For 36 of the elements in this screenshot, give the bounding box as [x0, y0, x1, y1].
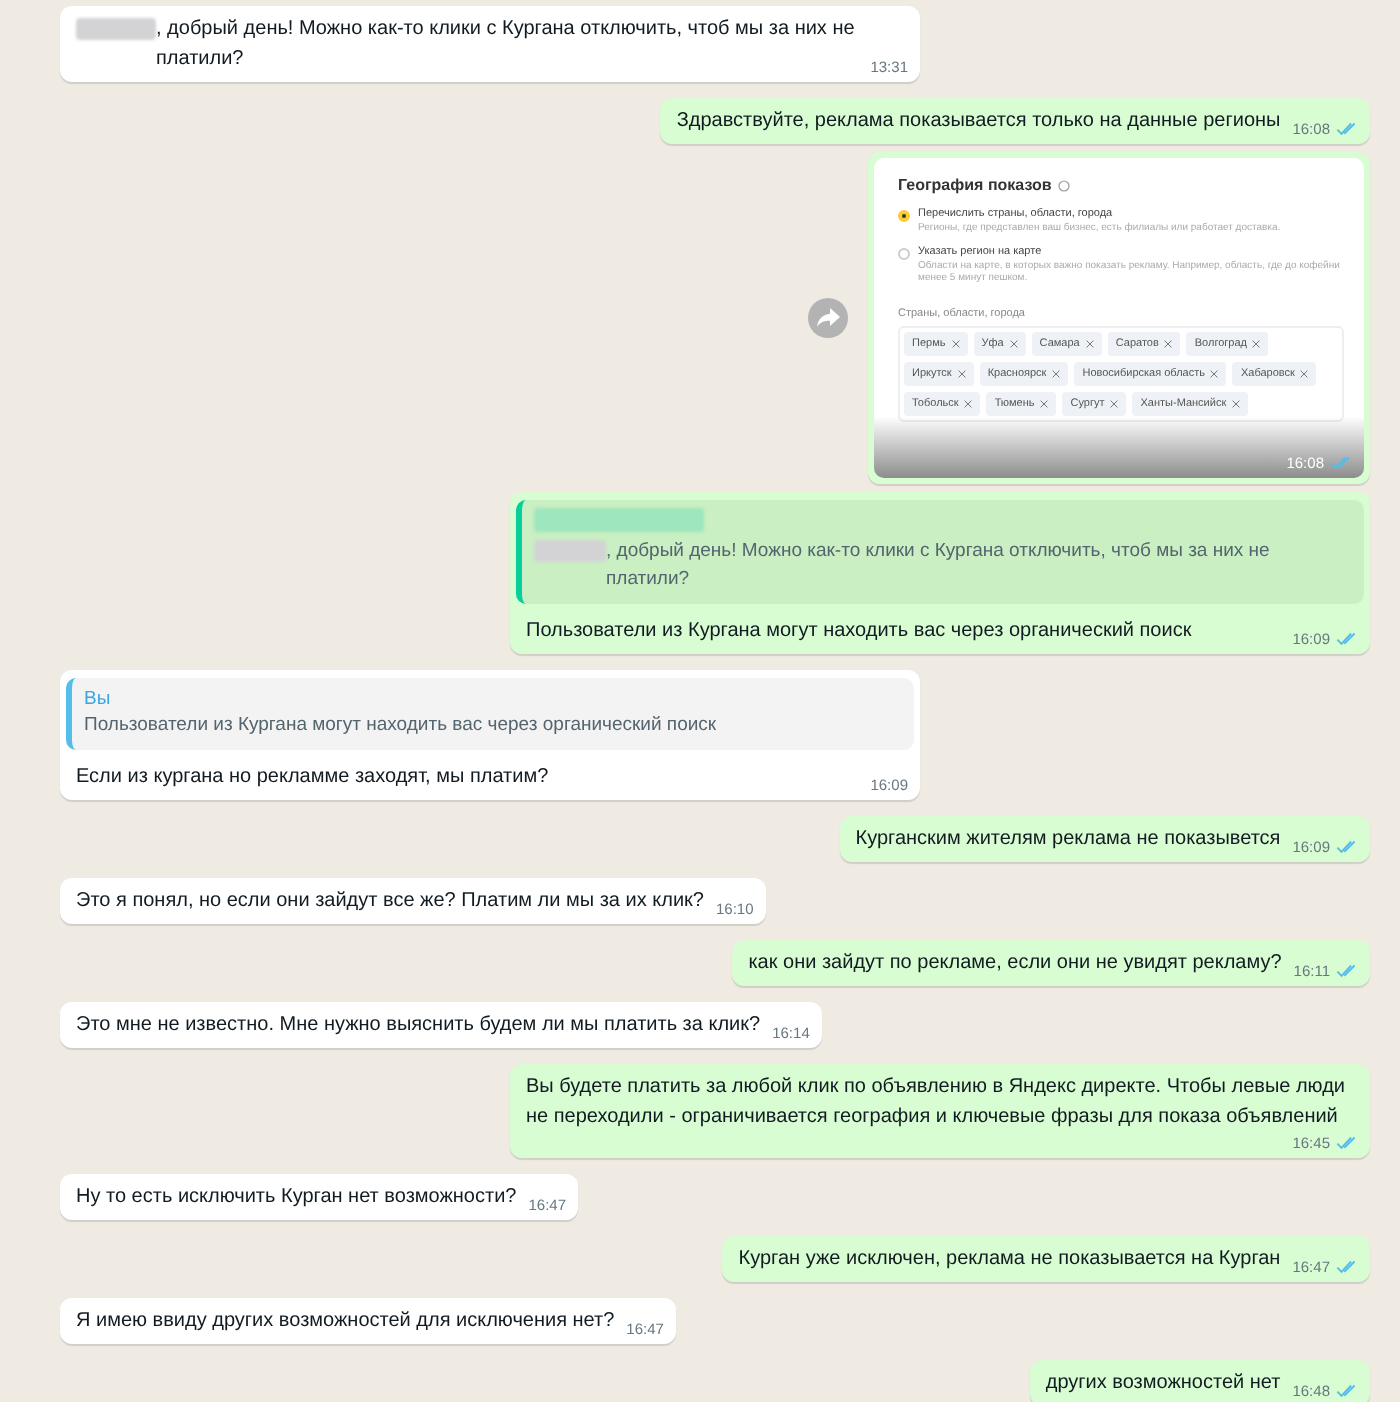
info-icon — [1057, 179, 1070, 191]
close-icon[interactable] — [1040, 400, 1049, 408]
close-icon[interactable] — [1009, 340, 1018, 348]
close-icon[interactable] — [1252, 340, 1261, 348]
close-icon[interactable] — [1110, 400, 1119, 408]
quote-text: Пользователи из Кургана могут находить вас через органический поиск — [84, 712, 717, 740]
message-text: Пользователи из Кургана могут находить вас через органический поиск — [526, 618, 1194, 646]
message-text: Курганским жителям реклама не показывется — [855, 826, 1281, 854]
quoted-message[interactable]: , добрый день! Можно как-то клики с Кургана отключить, чтоб мы за них не платили? — [516, 500, 1364, 604]
screenshot-title: География показов — [898, 176, 1052, 194]
close-icon[interactable] — [1210, 370, 1219, 378]
radio-button[interactable] — [898, 210, 910, 222]
message-text: Вы будете платить за любой клик по объявлению в Яндекс директе. Чтобы левые люди не переходили - ограничивается география и ключевые фразы для показа объявлений — [526, 1074, 1348, 1132]
quoted-message[interactable]: Вы Пользователи из Кургана могут находить вас через органический поиск — [66, 678, 914, 750]
message-text: Здравствуйте, реклама показывается только на данные регионы — [676, 108, 1281, 136]
message-text: , добрый день! Можно как-то клики с Кургана отключить, чтоб мы за них не платили? — [156, 16, 857, 74]
quote-text: , добрый день! Можно как-то клики с Кургана отключить, чтоб мы за них не платили? — [606, 538, 1272, 594]
message-text: Если из кургана но рекламме заходят, мы платим? — [76, 764, 551, 792]
close-icon[interactable] — [951, 340, 960, 348]
close-icon[interactable] — [1232, 400, 1241, 408]
quote-sender: Вы — [84, 686, 113, 712]
message-text: Курган уже исключен, реклама не показывается на Курган — [738, 1246, 1281, 1274]
forward-icon[interactable] — [808, 298, 848, 338]
close-icon[interactable] — [1052, 370, 1061, 378]
close-icon[interactable] — [1085, 340, 1094, 348]
message-text: Это мне не известно. Мне нужно выяснить будем ли мы платить за клик? — [76, 1012, 761, 1040]
close-icon[interactable] — [957, 370, 966, 378]
message-text: как они зайдут по рекламе, если они не увидят рекламу? — [748, 950, 1282, 978]
close-icon[interactable] — [1164, 340, 1173, 348]
message-text: других возможностей нет — [1045, 1370, 1281, 1398]
message-text: Ну то есть исключить Курган нет возможности? — [76, 1184, 517, 1212]
radio-button[interactable] — [898, 248, 910, 260]
message-text: Я имею ввиду других возможностей для исключения нет? — [76, 1308, 615, 1336]
message-text: Это я понял, но если они зайдут все же? Платим ли мы за их клик? — [76, 888, 704, 916]
close-icon[interactable] — [964, 400, 973, 408]
close-icon[interactable] — [1300, 370, 1309, 378]
